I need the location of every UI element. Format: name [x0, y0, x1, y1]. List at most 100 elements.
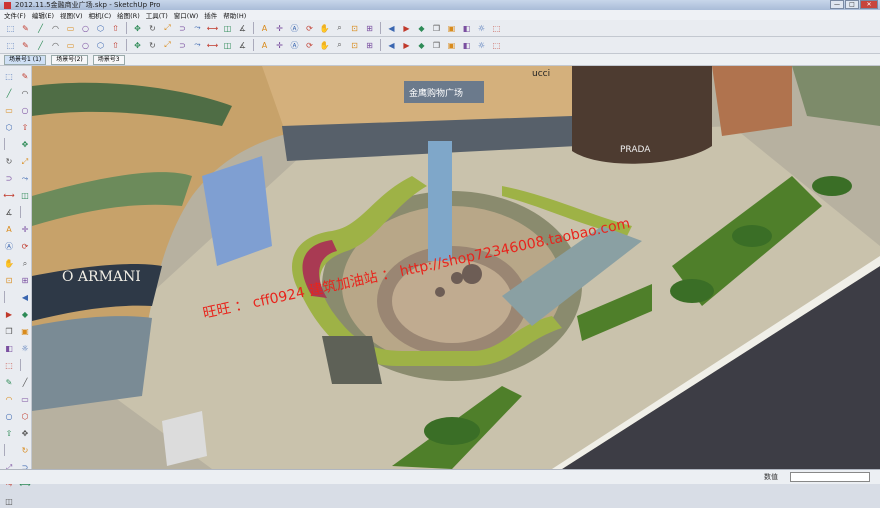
line-icon[interactable]: ◠ [18, 87, 32, 100]
zoomextents-icon[interactable]: ◀ [18, 291, 32, 304]
walk-icon[interactable]: ⤳ [191, 39, 204, 52]
front-icon[interactable]: ◠ [2, 393, 16, 406]
rectangle-icon[interactable]: ○ [18, 104, 32, 117]
paint-icon[interactable]: ❒ [430, 22, 443, 35]
move-icon[interactable]: ↻ [146, 22, 159, 35]
iso-icon[interactable]: ⬚ [4, 39, 17, 52]
next-icon[interactable]: ◆ [18, 308, 32, 321]
scene-icon[interactable]: ◧ [460, 39, 473, 52]
monochrome-icon[interactable]: ⊃ [176, 39, 189, 52]
wireframe-icon[interactable]: ⇧ [109, 39, 122, 52]
arc-icon[interactable]: ▭ [64, 22, 77, 35]
hiddenline-icon[interactable]: ↻ [18, 444, 32, 457]
rotate-icon[interactable]: ⤢ [18, 155, 32, 168]
eraser-icon[interactable]: ✎ [19, 22, 32, 35]
offset-icon[interactable]: ⤳ [18, 172, 32, 185]
right-icon[interactable]: ▭ [18, 393, 32, 406]
followme-icon[interactable]: ⟷ [2, 189, 16, 202]
orbit-icon[interactable]: ✋ [318, 22, 331, 35]
section-icon[interactable]: ☼ [18, 342, 32, 355]
arc-icon[interactable]: ▭ [2, 104, 16, 117]
dimension-icon[interactable]: ∡ [236, 22, 249, 35]
select-icon[interactable]: ⬚ [4, 22, 17, 35]
scale-icon[interactable]: ⊃ [2, 172, 16, 185]
zoom-icon[interactable]: ⊡ [348, 22, 361, 35]
xray-icon[interactable]: ⇧ [2, 427, 16, 440]
right-icon[interactable]: ◠ [49, 39, 62, 52]
pan-icon[interactable]: ⌕ [18, 257, 32, 270]
drape-icon[interactable]: Ⓐ [288, 39, 301, 52]
split-icon[interactable]: ▶ [400, 39, 413, 52]
iso-icon[interactable]: ✎ [2, 376, 16, 389]
line-icon[interactable]: ◠ [49, 22, 62, 35]
position-camera-icon[interactable]: ◫ [221, 39, 234, 52]
move-icon[interactable]: ↻ [2, 155, 16, 168]
xray-icon[interactable]: ⬡ [94, 39, 107, 52]
subtract-icon[interactable]: ⊞ [363, 39, 376, 52]
outer-shell-icon[interactable]: ◆ [415, 39, 428, 52]
protractor-icon[interactable]: A [2, 223, 16, 236]
zoomextents-icon[interactable]: ◀ [385, 22, 398, 35]
left-icon[interactable]: ○ [79, 39, 92, 52]
pencil-icon[interactable]: ╱ [2, 87, 16, 100]
measurements-input[interactable] [790, 472, 870, 482]
component-icon[interactable]: ▣ [445, 22, 458, 35]
scene-tab-1[interactable]: 场景号1 (1) [4, 54, 47, 65]
menu-draw[interactable]: 绘图(R) [117, 10, 140, 20]
protractor-icon[interactable]: A [258, 22, 271, 35]
component-icon[interactable]: ▣ [18, 325, 32, 338]
tape-icon[interactable]: ◫ [18, 189, 32, 202]
layer-icon[interactable]: ❒ [430, 39, 443, 52]
shaded-icon[interactable]: ↻ [146, 39, 159, 52]
scene-tab-3[interactable]: 场景号3 [92, 54, 125, 65]
hiddenline-icon[interactable]: ✥ [131, 39, 144, 52]
style-icon[interactable]: ▣ [445, 39, 458, 52]
top-icon[interactable]: ╱ [18, 376, 32, 389]
text-icon[interactable]: ✛ [273, 22, 286, 35]
polygon-icon[interactable]: ⇧ [18, 121, 32, 134]
intersect-icon[interactable]: ⌕ [333, 39, 346, 52]
trim-icon[interactable]: ◀ [385, 39, 398, 52]
textured-icon[interactable]: ⤢ [161, 39, 174, 52]
shadow-icon[interactable]: ⬚ [490, 22, 503, 35]
left-icon[interactable]: ⬡ [18, 410, 32, 423]
model-render[interactable]: O ARMANI 金鹰购物广场 ucci PRADA 旺旺 ： cff0924 … [32, 66, 880, 469]
addetail-icon[interactable]: ⟳ [303, 39, 316, 52]
select-icon[interactable]: ⬚ [2, 70, 16, 83]
menu-window[interactable]: 窗口(W) [174, 10, 199, 20]
menu-edit[interactable]: 编辑(E) [32, 10, 54, 20]
scene-tab-2[interactable]: 场景号(2) [51, 54, 88, 65]
top-icon[interactable]: ✎ [19, 39, 32, 52]
menu-plugins[interactable]: 插件 [204, 10, 217, 20]
front-icon[interactable]: ╱ [34, 39, 47, 52]
zoomwindow-icon[interactable]: ⊞ [18, 274, 32, 287]
3dtext-icon[interactable]: ⟳ [303, 22, 316, 35]
circle-icon[interactable]: ⬡ [2, 121, 16, 134]
next-icon[interactable]: ◆ [415, 22, 428, 35]
eraser-icon[interactable]: ✎ [18, 70, 32, 83]
menu-camera[interactable]: 相机(C) [89, 10, 112, 20]
dimension-icon[interactable]: ∡ [2, 206, 16, 219]
union-icon[interactable]: ⊡ [348, 39, 361, 52]
orbit-icon[interactable]: ✋ [2, 257, 16, 270]
match-photo-icon[interactable]: ⬚ [490, 39, 503, 52]
scale-icon[interactable]: ⊃ [176, 22, 189, 35]
tape-icon[interactable]: ◫ [221, 22, 234, 35]
menu-file[interactable]: 文件(F) [4, 10, 26, 20]
back-icon[interactable]: ▭ [64, 39, 77, 52]
previous-icon[interactable]: ▶ [2, 308, 16, 321]
circle-icon[interactable]: ⬡ [94, 22, 107, 35]
3dtext-icon[interactable]: ⟳ [18, 240, 32, 253]
pencil-icon[interactable]: ╱ [34, 22, 47, 35]
pushpull-icon[interactable]: ✥ [18, 138, 32, 151]
group-icon[interactable]: ◧ [460, 22, 473, 35]
axes-icon[interactable]: Ⓐ [288, 22, 301, 35]
close-button[interactable]: ✕ [860, 0, 878, 9]
menu-tools[interactable]: 工具(T) [146, 10, 168, 20]
group-icon[interactable]: ◧ [2, 342, 16, 355]
fog-icon[interactable]: ☼ [475, 39, 488, 52]
pushpull-icon[interactable]: ✥ [131, 22, 144, 35]
pan-icon[interactable]: ⌕ [333, 22, 346, 35]
rotate-icon[interactable]: ⤢ [161, 22, 174, 35]
section-icon[interactable]: ☼ [475, 22, 488, 35]
